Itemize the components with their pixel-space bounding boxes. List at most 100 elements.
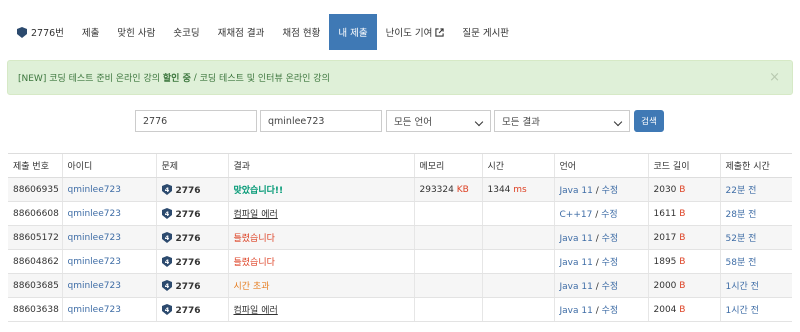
edit-link[interactable]: 수정 <box>602 186 619 196</box>
lang-separator: / <box>592 306 602 316</box>
submitted-time-link[interactable]: 28분 전 <box>726 210 757 220</box>
edit-link[interactable]: 수정 <box>601 210 618 220</box>
lang-separator: / <box>592 186 602 196</box>
user-link[interactable]: qminlee723 <box>68 281 121 291</box>
nav-rejudge[interactable]: 재채점 결과 <box>209 14 274 50</box>
problem-link[interactable]: 2776 <box>176 282 201 292</box>
time-cell <box>481 201 554 226</box>
submitted-time-link[interactable]: 22분 전 <box>726 186 757 196</box>
svg-text:4: 4 <box>164 234 169 242</box>
language-select[interactable]: 모든 언어 <box>386 110 491 132</box>
alert-separator: / <box>190 72 200 83</box>
edit-link[interactable]: 수정 <box>602 282 619 292</box>
submission-id: 88604862 <box>8 249 62 274</box>
tier-badge-icon: 4 <box>161 231 172 243</box>
tier-badge-icon: 4 <box>161 255 172 267</box>
lang-separator: / <box>592 210 602 220</box>
memory-cell <box>413 225 482 250</box>
tier-badge-icon: 4 <box>161 279 172 291</box>
nav-submit[interactable]: 제출 <box>73 14 108 50</box>
user-id-input[interactable]: qminlee723 <box>260 110 382 132</box>
problem-link[interactable]: 2776 <box>176 258 201 268</box>
col-header-user: 아이디 <box>61 153 156 178</box>
time-cell <box>481 225 554 250</box>
table-row: 88605172 qminlee723 4 2776 틀렸습니다 Java 11 / 수정… <box>8 225 792 250</box>
table-row: 88603638 qminlee723 4 2776 컴파일 에러 Java 11 / 수… <box>8 297 792 322</box>
tier-badge-icon: 4 <box>161 183 172 195</box>
alert-link-interview[interactable]: 코딩 테스트 및 인터뷰 온라인 강의 <box>200 71 330 84</box>
col-header-language: 언어 <box>553 153 648 178</box>
problem-id-input[interactable]: 2776 <box>135 110 257 132</box>
user-link[interactable]: qminlee723 <box>68 305 121 315</box>
result-text[interactable]: 컴파일 에러 <box>234 306 278 316</box>
nav-short-coding[interactable]: 숏코딩 <box>164 14 208 50</box>
svg-text:4: 4 <box>164 282 169 290</box>
code-length-unit: B <box>679 208 686 219</box>
edit-link[interactable]: 수정 <box>602 258 619 268</box>
problem-link[interactable]: 2776 <box>176 210 201 220</box>
submission-id: 88603685 <box>8 273 62 298</box>
language-link[interactable]: Java 11 <box>560 258 593 268</box>
table-row: 88606935 qminlee723 4 2776 맞았습니다!! 293324 KB 1… <box>8 177 792 202</box>
user-link[interactable]: qminlee723 <box>68 233 121 243</box>
lang-separator: / <box>592 258 602 268</box>
result-select[interactable]: 모든 결과 <box>494 110 630 132</box>
submitted-time-link[interactable]: 1시간 전 <box>726 306 759 316</box>
edit-link[interactable]: 수정 <box>602 306 619 316</box>
svg-text:4: 4 <box>164 210 169 218</box>
nav-board[interactable]: 질문 게시판 <box>453 14 518 50</box>
user-link[interactable]: qminlee723 <box>68 209 121 219</box>
submissions-table: 제출 번호 아이디 문제 결과 메모리 시간 언어 코드 길이 제출한 시간 8… <box>8 153 792 322</box>
language-link[interactable]: Java 11 <box>560 306 593 316</box>
table-row: 88603685 qminlee723 4 2776 시간 초과 Java 11 / 수정… <box>8 273 792 298</box>
svg-text:4: 4 <box>164 186 169 194</box>
col-header-problem: 문제 <box>155 153 228 178</box>
language-link[interactable]: C++17 <box>560 210 593 220</box>
result-text: 틀렸습니다 <box>233 234 275 244</box>
col-header-time: 시간 <box>481 153 554 178</box>
code-length-value: 1611 <box>653 208 677 219</box>
nav-my-submissions[interactable]: 내 제출 <box>329 14 377 50</box>
result-text[interactable]: 컴파일 에러 <box>234 210 278 220</box>
problem-nav: 2776번 제출 맞힌 사람 숏코딩 재채점 결과 채점 현황 내 제출 난이도… <box>8 14 518 50</box>
svg-text:4: 4 <box>164 258 169 266</box>
code-length-value: 2030 <box>653 184 677 195</box>
result-text: 맞았습니다!! <box>233 186 284 196</box>
submission-id: 88605172 <box>8 225 62 250</box>
nav-difficulty[interactable]: 난이도 기여 <box>377 14 454 50</box>
language-link[interactable]: Java 11 <box>560 234 593 244</box>
problem-link[interactable]: 2776 <box>176 306 201 316</box>
result-text: 틀렸습니다 <box>233 258 275 268</box>
tier-badge-icon: 4 <box>161 207 172 219</box>
memory-cell <box>413 249 482 274</box>
problem-link[interactable]: 2776 <box>176 186 201 196</box>
submission-id: 88606935 <box>8 177 62 202</box>
result-text: 시간 초과 <box>233 282 270 292</box>
memory-cell <box>413 201 482 226</box>
submission-id: 88603638 <box>8 297 62 322</box>
time-cell <box>481 249 554 274</box>
lang-separator: / <box>592 282 602 292</box>
submitted-time-link[interactable]: 52분 전 <box>726 234 757 244</box>
memory-cell: 293324 KB <box>413 177 482 202</box>
edit-link[interactable]: 수정 <box>602 234 619 244</box>
user-link[interactable]: qminlee723 <box>68 185 121 195</box>
close-icon[interactable]: × <box>769 70 780 85</box>
submitted-time-link[interactable]: 58분 전 <box>726 258 757 268</box>
external-link-icon <box>435 27 444 37</box>
nav-status[interactable]: 채점 현황 <box>273 14 329 50</box>
problem-link[interactable]: 2776 <box>176 234 201 244</box>
user-link[interactable]: qminlee723 <box>68 257 121 267</box>
time-value: 1344 <box>487 184 511 195</box>
code-length-value: 1895 <box>653 256 677 267</box>
search-button[interactable]: 검색 <box>634 110 664 132</box>
nav-solvers[interactable]: 맞힌 사람 <box>108 14 164 50</box>
code-length-unit: B <box>679 232 686 243</box>
submitted-time-link[interactable]: 1시간 전 <box>726 282 759 292</box>
col-header-memory: 메모리 <box>413 153 482 178</box>
alert-link-course[interactable]: [NEW] 코딩 테스트 준비 온라인 강의 할인 중 <box>18 71 191 84</box>
language-link[interactable]: Java 11 <box>560 282 593 292</box>
memory-value: 293324 <box>419 184 454 195</box>
language-link[interactable]: Java 11 <box>560 186 593 196</box>
nav-problem[interactable]: 2776번 <box>8 14 73 50</box>
